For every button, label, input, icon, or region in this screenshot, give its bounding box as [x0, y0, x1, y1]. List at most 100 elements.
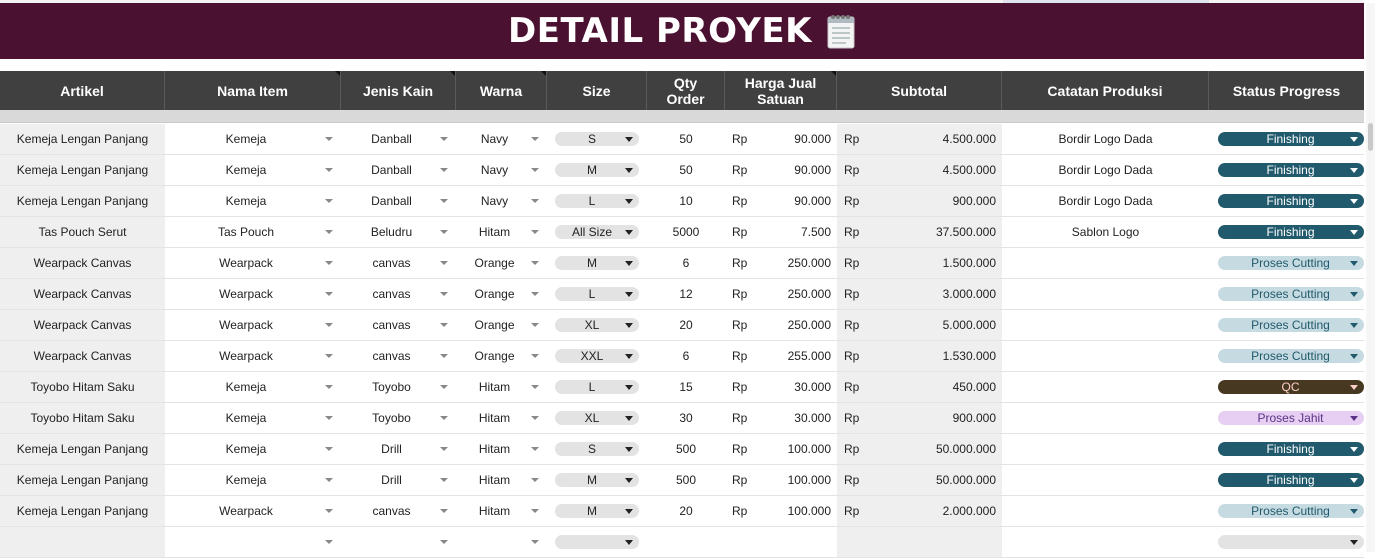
status-chip[interactable]: Proses Cutting [1217, 504, 1364, 518]
size-chip[interactable]: S [555, 442, 639, 456]
cell-size[interactable]: XL [547, 310, 647, 340]
cell-catatan[interactable] [1002, 279, 1209, 309]
cell-harga[interactable]: Rp 250.000 [725, 279, 837, 309]
cell-jenis-kain[interactable]: Beludru [341, 217, 456, 247]
cell-catatan[interactable]: Bordir Logo Dada [1002, 155, 1209, 185]
dropdown-arrow-icon[interactable] [531, 385, 539, 389]
dropdown-arrow-icon[interactable] [440, 385, 448, 389]
dropdown-arrow-icon[interactable] [531, 416, 539, 420]
cell-harga[interactable]: Rp 7.500 [725, 217, 837, 247]
cell-warna[interactable] [456, 527, 547, 557]
vertical-scrollbar[interactable] [1366, 3, 1375, 552]
size-chip[interactable]: L [555, 194, 639, 208]
cell-harga[interactable]: Rp 90.000 [725, 155, 837, 185]
dropdown-arrow-icon[interactable] [440, 509, 448, 513]
cell-size[interactable]: L [547, 186, 647, 216]
size-chip[interactable]: L [555, 380, 639, 394]
cell-status[interactable]: Finishing [1209, 217, 1364, 247]
cell-warna[interactable]: Hitam [456, 496, 547, 526]
dropdown-arrow-icon[interactable] [325, 230, 333, 234]
status-chip[interactable]: Finishing [1217, 132, 1364, 146]
cell-jenis-kain[interactable]: Danball [341, 186, 456, 216]
cell-warna[interactable]: Orange [456, 248, 547, 278]
dropdown-arrow-icon[interactable] [440, 199, 448, 203]
size-chip[interactable]: XXL [555, 349, 639, 363]
cell-nama-item[interactable]: Kemeja [165, 155, 341, 185]
cell-harga[interactable]: Rp 30.000 [725, 372, 837, 402]
cell-subtotal[interactable]: Rp 4.500.000 [837, 155, 1002, 185]
status-chip[interactable] [1217, 535, 1364, 549]
cell-subtotal[interactable]: Rp 50.000.000 [837, 434, 1002, 464]
dropdown-arrow-icon[interactable] [531, 230, 539, 234]
cell-harga[interactable]: Rp 100.000 [725, 465, 837, 495]
dropdown-arrow-icon[interactable] [325, 261, 333, 265]
cell-artikel[interactable]: Kemeja Lengan Panjang [0, 155, 165, 185]
cell-harga[interactable]: Rp 90.000 [725, 186, 837, 216]
size-chip[interactable]: S [555, 132, 639, 146]
cell-catatan[interactable] [1002, 372, 1209, 402]
status-chip[interactable]: Finishing [1217, 225, 1364, 239]
cell-artikel[interactable]: Kemeja Lengan Panjang [0, 434, 165, 464]
cell-artikel[interactable] [0, 527, 165, 557]
cell-artikel[interactable]: Wearpack Canvas [0, 279, 165, 309]
cell-artikel[interactable]: Kemeja Lengan Panjang [0, 465, 165, 495]
cell-status[interactable]: Finishing [1209, 434, 1364, 464]
cell-size[interactable]: M [547, 496, 647, 526]
dropdown-arrow-icon[interactable] [531, 292, 539, 296]
header-subtotal[interactable]: Subtotal [837, 71, 1002, 110]
header-harga[interactable]: Harga Jual Satuan [725, 71, 837, 110]
status-chip[interactable]: Proses Cutting [1217, 349, 1364, 363]
cell-subtotal[interactable]: Rp 50.000.000 [837, 465, 1002, 495]
cell-nama-item[interactable]: Wearpack [165, 341, 341, 371]
cell-size[interactable]: XXL [547, 341, 647, 371]
cell-size[interactable]: S [547, 124, 647, 154]
cell-nama-item[interactable]: Tas Pouch [165, 217, 341, 247]
cell-size[interactable]: All Size [547, 217, 647, 247]
cell-harga[interactable]: Rp 250.000 [725, 310, 837, 340]
cell-status[interactable]: Proses Cutting [1209, 496, 1364, 526]
dropdown-arrow-icon[interactable] [440, 540, 448, 544]
cell-subtotal[interactable]: Rp 4.500.000 [837, 124, 1002, 154]
cell-warna[interactable]: Hitam [456, 403, 547, 433]
cell-status[interactable]: Proses Cutting [1209, 279, 1364, 309]
cell-catatan[interactable] [1002, 403, 1209, 433]
cell-nama-item[interactable] [165, 527, 341, 557]
cell-size[interactable]: M [547, 155, 647, 185]
cell-qty[interactable]: 500 [647, 465, 725, 495]
dropdown-arrow-icon[interactable] [531, 323, 539, 327]
size-chip[interactable]: M [555, 163, 639, 177]
cell-nama-item[interactable]: Kemeja [165, 186, 341, 216]
cell-subtotal[interactable]: Rp 1.530.000 [837, 341, 1002, 371]
cell-artikel[interactable]: Toyobo Hitam Saku [0, 372, 165, 402]
cell-artikel[interactable]: Wearpack Canvas [0, 341, 165, 371]
size-chip[interactable]: XL [555, 318, 639, 332]
size-chip[interactable]: M [555, 256, 639, 270]
cell-nama-item[interactable]: Kemeja [165, 372, 341, 402]
dropdown-arrow-icon[interactable] [440, 323, 448, 327]
cell-artikel[interactable]: Toyobo Hitam Saku [0, 403, 165, 433]
status-chip[interactable]: Proses Cutting [1217, 287, 1364, 301]
dropdown-arrow-icon[interactable] [325, 509, 333, 513]
cell-subtotal[interactable]: Rp 5.000.000 [837, 310, 1002, 340]
cell-nama-item[interactable]: Wearpack [165, 279, 341, 309]
cell-status[interactable]: Finishing [1209, 465, 1364, 495]
dropdown-arrow-icon[interactable] [531, 478, 539, 482]
size-chip[interactable] [555, 535, 639, 549]
dropdown-arrow-icon[interactable] [531, 540, 539, 544]
dropdown-arrow-icon[interactable] [531, 199, 539, 203]
cell-qty[interactable]: 20 [647, 310, 725, 340]
cell-artikel[interactable]: Kemeja Lengan Panjang [0, 186, 165, 216]
cell-catatan[interactable] [1002, 341, 1209, 371]
cell-warna[interactable]: Hitam [456, 372, 547, 402]
status-chip[interactable]: Proses Cutting [1217, 256, 1364, 270]
dropdown-arrow-icon[interactable] [440, 447, 448, 451]
header-catatan[interactable]: Catatan Produksi [1002, 71, 1209, 110]
cell-jenis-kain[interactable]: Drill [341, 465, 456, 495]
dropdown-arrow-icon[interactable] [440, 261, 448, 265]
cell-status[interactable]: Proses Jahit [1209, 403, 1364, 433]
status-chip[interactable]: Finishing [1217, 442, 1364, 456]
dropdown-arrow-icon[interactable] [531, 261, 539, 265]
scrollbar-thumb[interactable] [1368, 123, 1373, 151]
dropdown-arrow-icon[interactable] [325, 416, 333, 420]
status-chip[interactable]: QC [1217, 380, 1364, 394]
